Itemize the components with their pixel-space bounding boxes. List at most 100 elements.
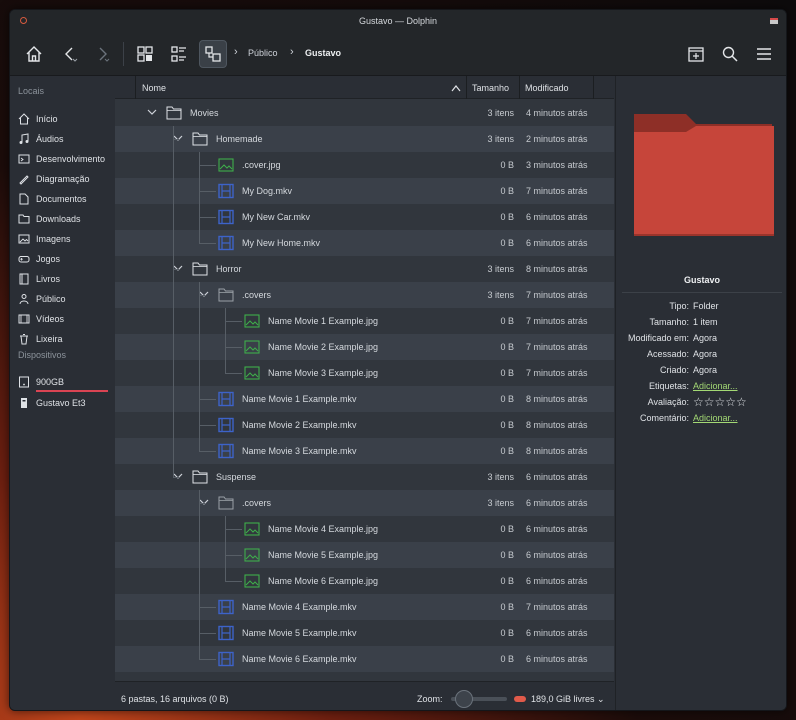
details-view-button[interactable]	[199, 40, 227, 68]
zoom-slider-handle[interactable]	[454, 690, 473, 708]
sidebar-device-0[interactable]: 900GB	[18, 373, 114, 391]
info-field-value[interactable]: Adicionar...	[693, 381, 738, 391]
file-size: 3 itens	[487, 108, 514, 118]
sidebar-item-público[interactable]: Público	[18, 290, 114, 308]
info-field-value: Agora	[693, 333, 718, 343]
selected-item-name: Gustavo	[683, 275, 720, 285]
table-row[interactable]: Name Movie 6 Example.jpg 0 B 6 minutos atr…	[115, 568, 614, 594]
hamburger-menu-button[interactable]	[750, 40, 778, 68]
table-row[interactable]: .covers 3 itens 6 minutos atrás	[115, 490, 614, 516]
table-row[interactable]: Name Movie 1 Example.mkv 0 B 8 minutos atr…	[115, 386, 614, 412]
column-header: Nome Tamanho Modificado	[115, 76, 614, 99]
places-header: Locais	[18, 86, 45, 96]
compact-view-button[interactable]	[165, 40, 193, 68]
sidebar-item-documentos[interactable]: Documentos	[18, 190, 114, 208]
info-field: Etiquetas: Adicionar...	[616, 381, 786, 395]
file-size: 3 itens	[487, 264, 514, 274]
info-field-key: Avaliação:	[647, 397, 689, 407]
table-row[interactable]: .covers 3 itens 7 minutos atrás	[115, 282, 614, 308]
table-row[interactable]: Name Movie 6 Example.mkv 0 B 6 minutos atr…	[115, 646, 614, 672]
table-row[interactable]: Name Movie 5 Example.mkv 0 B 6 minutos atr…	[115, 620, 614, 646]
hamburger-menu-icon	[757, 48, 771, 60]
video-file-icon	[218, 625, 234, 641]
table-row[interactable]: Homemade 3 itens 2 minutos atrás	[115, 126, 614, 152]
folder-icon	[166, 105, 182, 121]
pen-icon	[18, 173, 30, 185]
table-row[interactable]: Name Movie 1 Example.jpg 0 B 7 minutos atr…	[115, 308, 614, 334]
table-row[interactable]: Name Movie 2 Example.jpg 0 B 7 minutos atr…	[115, 334, 614, 360]
file-list-view: Nome Tamanho Modificado Movies 3 itens 4 m…	[115, 76, 614, 710]
sidebar-device-1[interactable]: Gustavo Et3	[18, 394, 114, 412]
file-modified: 8 minutos atrás	[526, 446, 588, 456]
sidebar-item-livros[interactable]: Livros	[18, 270, 114, 288]
file-modified: 7 minutos atrás	[526, 342, 588, 352]
column-name[interactable]: Nome	[142, 83, 166, 93]
column-size[interactable]: Tamanho	[472, 83, 509, 93]
grid-view-icon	[137, 46, 153, 62]
sidebar-item-desenvolvimento[interactable]: Desenvolvimento	[18, 150, 114, 168]
back-button[interactable]	[56, 40, 84, 68]
file-modified: 6 minutos atrás	[526, 576, 588, 586]
table-row[interactable]: My Dog.mkv 0 B 7 minutos atrás	[115, 178, 614, 204]
file-name: Name Movie 6 Example.jpg	[268, 576, 379, 586]
file-name: Name Movie 4 Example.jpg	[268, 524, 379, 534]
info-field-value[interactable]: Adicionar...	[693, 413, 738, 423]
chevron-down-icon[interactable]	[146, 106, 158, 118]
search-button[interactable]	[716, 40, 744, 68]
image-file-icon	[244, 521, 260, 537]
new-tab-button[interactable]	[682, 40, 710, 68]
sidebar-item-vídeos[interactable]: Vídeos	[18, 310, 114, 328]
sidebar-item-downloads[interactable]: Downloads	[18, 210, 114, 228]
image-file-icon	[244, 339, 260, 355]
sidebar-item-label: Lixeira	[36, 334, 63, 344]
sidebar-item-lixeira[interactable]: Lixeira	[18, 330, 114, 348]
column-modified[interactable]: Modificado	[525, 83, 569, 93]
home-button[interactable]	[20, 40, 48, 68]
table-row[interactable]: Name Movie 3 Example.mkv 0 B 8 minutos atr…	[115, 438, 614, 464]
file-size: 0 B	[500, 420, 514, 430]
sidebar-item-início[interactable]: Início	[18, 110, 114, 128]
file-modified: 7 minutos atrás	[526, 316, 588, 326]
sidebar-item-label: Início	[36, 114, 58, 124]
file-size: 0 B	[500, 186, 514, 196]
file-size: 0 B	[500, 238, 514, 248]
breadcrumb-item-current[interactable]: Gustavo	[305, 48, 341, 58]
table-row[interactable]: My New Car.mkv 0 B 6 minutos atrás	[115, 204, 614, 230]
table-row[interactable]: Horror 3 itens 8 minutos atrás	[115, 256, 614, 282]
file-size: 0 B	[500, 654, 514, 664]
window-menu-icon[interactable]	[770, 18, 778, 24]
free-space-indicator	[514, 696, 526, 702]
breadcrumb-item-publico[interactable]: Público	[248, 48, 278, 58]
file-modified: 6 minutos atrás	[526, 628, 588, 638]
forward-button[interactable]	[88, 40, 116, 68]
table-row[interactable]: Name Movie 2 Example.mkv 0 B 8 minutos atr…	[115, 412, 614, 438]
table-row[interactable]: Name Movie 4 Example.mkv 0 B 7 minutos atr…	[115, 594, 614, 620]
table-row[interactable]: Suspense 3 itens 6 minutos atrás	[115, 464, 614, 490]
sidebar-item-imagens[interactable]: Imagens	[18, 230, 114, 248]
file-name: .cover.jpg	[242, 160, 281, 170]
free-space-label[interactable]: 189,0 GiB livres ⌄	[531, 694, 605, 705]
info-field-key: Etiquetas:	[648, 381, 689, 391]
file-size: 0 B	[500, 368, 514, 378]
sidebar-item-áudios[interactable]: Áudios	[18, 130, 114, 148]
table-row[interactable]: Name Movie 4 Example.jpg 0 B 6 minutos atr…	[115, 516, 614, 542]
sidebar-item-diagramação[interactable]: Diagramação	[18, 170, 114, 188]
file-name: Name Movie 6 Example.mkv	[242, 654, 357, 664]
rating-stars-icon[interactable]: ☆☆☆☆☆	[693, 395, 747, 409]
table-row[interactable]: Name Movie 5 Example.jpg 0 B 6 minutos atr…	[115, 542, 614, 568]
file-modified: 7 minutos atrás	[526, 602, 588, 612]
details-view-icon	[205, 46, 221, 62]
icons-view-button[interactable]	[131, 40, 159, 68]
table-row[interactable]: My New Home.mkv 0 B 6 minutos atrás	[115, 230, 614, 256]
info-field: Avaliação: ☆☆☆☆☆	[616, 395, 786, 411]
hidden-folder-icon	[218, 287, 234, 303]
table-row[interactable]: Name Movie 3 Example.jpg 0 B 7 minutos atr…	[115, 360, 614, 386]
table-row[interactable]: .cover.jpg 0 B 3 minutos atrás	[115, 152, 614, 178]
table-row[interactable]: Movies 3 itens 4 minutos atrás	[115, 100, 614, 126]
file-name: My New Home.mkv	[242, 238, 321, 248]
info-field-value: Folder	[693, 301, 719, 311]
device-capacity-bar	[36, 390, 108, 392]
sidebar-item-jogos[interactable]: Jogos	[18, 250, 114, 268]
video-file-icon	[218, 209, 234, 225]
info-field: Criado: Agora	[616, 365, 786, 379]
